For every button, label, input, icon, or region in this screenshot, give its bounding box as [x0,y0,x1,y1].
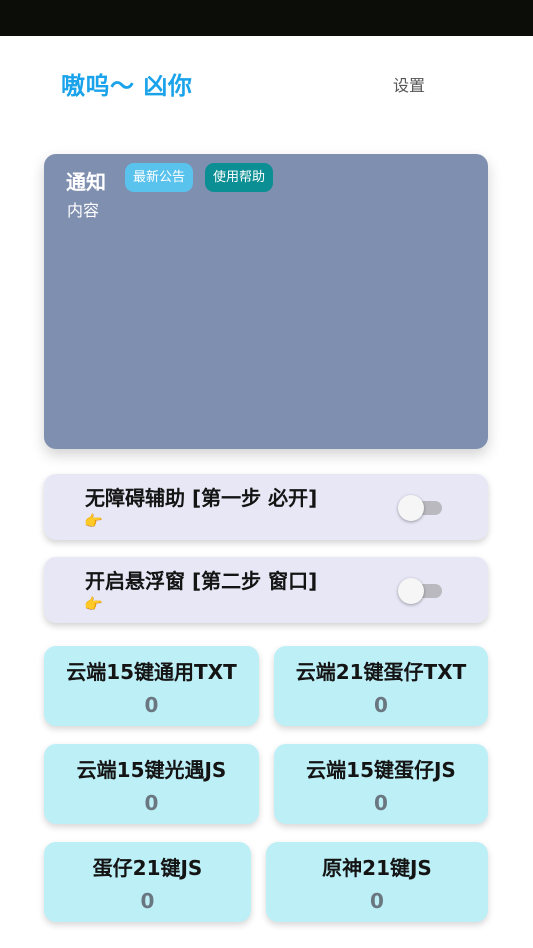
key-card-name: 原神21键JS [322,856,432,880]
status-bar [0,0,533,36]
floating-window-switch-label: 开启悬浮窗 [第二步 窗口] [85,569,318,593]
usage-help-button[interactable]: 使用帮助 [205,163,274,192]
key-card-count: 0 [144,693,159,717]
key-card-cloud15-sky-js[interactable]: 云端15键光遇JS 0 [44,744,259,824]
key-card-name: 云端15键光遇JS [76,758,227,782]
key-card-cloud21-eggy-txt[interactable]: 云端21键蛋仔TXT 0 [274,646,488,726]
key-card-count: 0 [144,791,159,815]
pointing-hand-icon: 👉 [84,595,103,613]
accessibility-hint: 👉 [84,512,103,530]
toggle-thumb [398,495,424,521]
floating-window-hint: 👉 [84,595,103,613]
key-card-count: 0 [140,889,155,913]
key-card-name: 蛋仔21键JS [92,856,203,880]
floating-window-toggle[interactable] [398,578,446,604]
key-card-name: 云端15键蛋仔JS [306,758,456,782]
accessibility-switch-label: 无障碍辅助 [第一步 必开] [85,486,318,510]
key-card-count: 0 [374,693,388,717]
pointing-hand-icon: 👉 [84,512,103,530]
key-card-count: 0 [370,889,384,913]
toggle-thumb [398,578,424,604]
settings-button[interactable]: 设置 [393,72,425,96]
floating-window-switch-card: 开启悬浮窗 [第二步 窗口] 👉 [44,557,488,623]
notice-content: 内容 [67,201,100,220]
accessibility-toggle[interactable] [398,495,446,521]
latest-announcement-button[interactable]: 最新公告 [125,163,194,192]
header: 嗷呜～ 凶你 设置 [0,36,533,126]
key-card-count: 0 [374,791,388,815]
key-card-name: 云端21键蛋仔TXT [295,660,467,684]
key-card-genshin21-js[interactable]: 原神21键JS 0 [266,842,488,922]
key-card-name: 云端15键通用TXT [66,660,237,684]
notice-card: 通知 最新公告 使用帮助 内容 [44,154,488,449]
key-card-eggy21-js[interactable]: 蛋仔21键JS 0 [44,842,251,922]
key-card-cloud15-eggy-js[interactable]: 云端15键蛋仔JS 0 [274,744,488,824]
key-card-cloud15-txt[interactable]: 云端15键通用TXT 0 [44,646,259,726]
app-title: 嗷呜～ 凶你 [61,72,193,100]
accessibility-switch-card: 无障碍辅助 [第一步 必开] 👉 [44,474,488,540]
notice-title: 通知 [66,170,106,194]
